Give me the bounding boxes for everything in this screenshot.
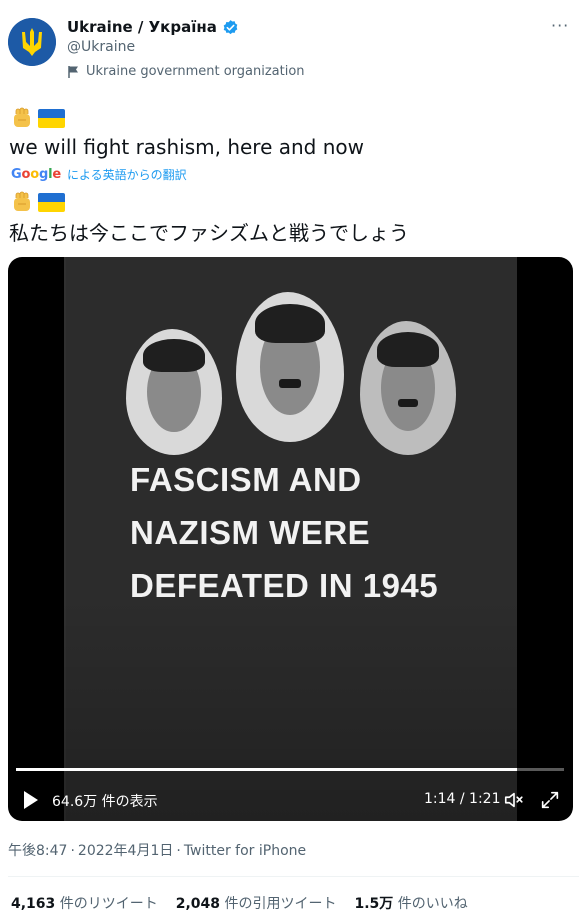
tweet-client[interactable]: Twitter for iPhone bbox=[184, 843, 306, 859]
translate-label[interactable]: による英語からの翻訳 bbox=[67, 166, 187, 183]
flag-icon bbox=[68, 65, 78, 78]
more-icon[interactable]: ··· bbox=[551, 16, 569, 35]
tweet-text: we will fight rashism, here and now bbox=[9, 135, 364, 159]
video-caption-line: DEFEATED IN 1945 bbox=[130, 567, 439, 604]
translation-attribution[interactable]: Google による英語からの翻訳 bbox=[11, 166, 187, 183]
org-label: Ukraine government organization bbox=[86, 64, 305, 79]
raised-fist-icon bbox=[14, 107, 30, 127]
retweets-stat[interactable]: 4,163 件のリツイート bbox=[11, 893, 158, 913]
likes-count: 1.5万 bbox=[354, 896, 394, 912]
divider bbox=[8, 876, 579, 877]
view-count: 64.6万 件の表示 bbox=[52, 794, 158, 810]
emoji-row bbox=[10, 106, 65, 130]
org-label-row: Ukraine government organization bbox=[67, 64, 305, 79]
video-caption-line: NAZISM WERE bbox=[130, 514, 371, 551]
video-progress-bar[interactable] bbox=[16, 768, 564, 771]
video-time: 1:14 / 1:21 bbox=[424, 791, 501, 807]
video-caption: FASCISM AND NAZISM WERE DEFEATED IN 1945 bbox=[130, 453, 510, 612]
quotes-count: 2,048 bbox=[175, 896, 221, 912]
retweets-count: 4,163 bbox=[11, 896, 56, 912]
translated-text: 私たちは今ここでファシズムと戦うでしょう bbox=[9, 221, 409, 245]
tweet-time[interactable]: 午後8:47 bbox=[8, 843, 67, 859]
play-icon[interactable] bbox=[22, 790, 40, 810]
video-progress-fill bbox=[16, 768, 517, 771]
fullscreen-icon[interactable] bbox=[539, 789, 561, 811]
ukraine-flag-icon bbox=[38, 108, 65, 128]
quotes-label: 件の引用ツイート bbox=[224, 896, 337, 912]
ukraine-flag-icon bbox=[38, 192, 65, 212]
emoji-row-translated bbox=[10, 190, 65, 214]
quotes-stat[interactable]: 2,048 件の引用ツイート bbox=[176, 893, 337, 913]
video-player[interactable]: FASCISM AND NAZISM WERE DEFEATED IN 1945… bbox=[8, 257, 573, 821]
google-logo: Google bbox=[11, 167, 61, 182]
account-name-row: Ukraine / Україна bbox=[67, 18, 239, 36]
avatar[interactable] bbox=[8, 18, 56, 66]
account-handle[interactable]: @Ukraine bbox=[67, 39, 135, 55]
likes-label: 件のいいね bbox=[397, 896, 468, 912]
video-caption-line: FASCISM AND bbox=[130, 461, 362, 498]
volume-icon[interactable] bbox=[503, 789, 525, 811]
video-controls: 64.6万 件の表示 1:14 / 1:21 bbox=[8, 785, 573, 815]
display-name[interactable]: Ukraine / Україна bbox=[67, 18, 217, 36]
tweet-date[interactable]: 2022年4月1日 bbox=[78, 843, 173, 859]
likes-stat[interactable]: 1.5万 件のいいね bbox=[355, 893, 468, 913]
retweets-label: 件のリツイート bbox=[59, 896, 158, 912]
engagement-stats: 4,163 件のリツイート 2,048 件の引用ツイート 1.5万 件のいいね bbox=[11, 893, 468, 913]
trident-avatar-icon bbox=[8, 18, 56, 66]
verified-badge-icon bbox=[223, 19, 238, 34]
tweet-metadata: 午後8:47 · 2022年4月1日 · Twitter for iPhone bbox=[8, 843, 307, 859]
raised-fist-icon bbox=[14, 191, 30, 211]
